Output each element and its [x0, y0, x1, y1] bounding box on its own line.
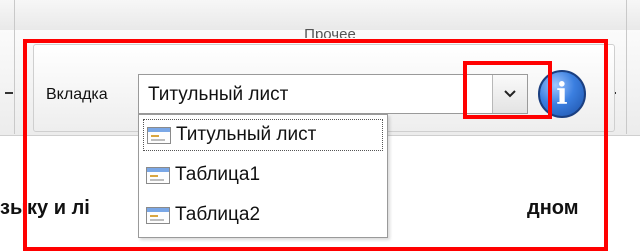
group-title: Прочее — [304, 26, 356, 38]
group-separator-left — [14, 0, 15, 134]
highlight-box-dropdown-button — [463, 61, 552, 119]
toolbar-tick-left — [5, 92, 13, 94]
group-separator-right — [626, 0, 627, 134]
